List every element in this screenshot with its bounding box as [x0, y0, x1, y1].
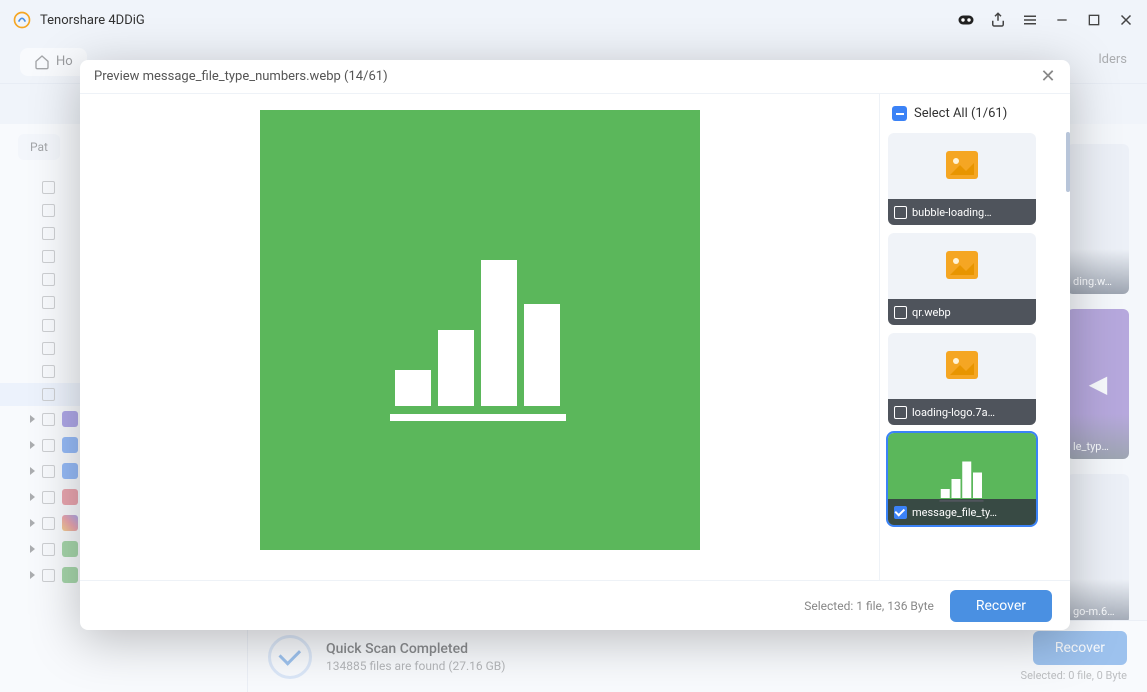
- scrollbar[interactable]: [1066, 132, 1070, 192]
- thumb-checkbox[interactable]: [894, 506, 907, 519]
- tree-checkbox[interactable]: [42, 465, 55, 478]
- vr-icon[interactable]: [957, 11, 975, 29]
- thumb-name: message_file_ty…: [912, 506, 997, 519]
- caret-icon[interactable]: [30, 571, 35, 579]
- tree-checkbox[interactable]: [42, 439, 55, 452]
- preview-pane: [80, 94, 880, 580]
- thumb-overlay: message_file_ty…: [888, 499, 1036, 525]
- maximize-icon[interactable]: [1085, 11, 1103, 29]
- bar-chart-icon: [380, 230, 580, 430]
- folders-label: lders: [1098, 52, 1127, 67]
- grid-thumb[interactable]: ding.w…: [1067, 144, 1129, 294]
- caret-icon[interactable]: [30, 545, 35, 553]
- image-placeholder-icon: [946, 251, 978, 279]
- app-logo-icon: [12, 10, 32, 30]
- tree-checkbox[interactable]: [42, 569, 55, 582]
- titlebar-right: [957, 11, 1135, 29]
- thumbnail-item[interactable]: message_file_ty…: [888, 433, 1036, 525]
- tree-checkbox[interactable]: [42, 413, 55, 426]
- folder-icon: [62, 411, 78, 427]
- grid-thumb[interactable]: go-m.6…: [1067, 474, 1129, 624]
- caret-icon[interactable]: [30, 467, 35, 475]
- home-button[interactable]: Ho: [20, 48, 87, 76]
- caret-icon[interactable]: [30, 519, 35, 527]
- modal-header: Preview message_file_type_numbers.webp (…: [80, 60, 1070, 94]
- thumb-label: go-m.6…: [1073, 605, 1123, 618]
- tree-checkbox[interactable]: [42, 204, 55, 217]
- thumbnail-sidebar: Select All (1/61) bubble-loading… qr.web…: [880, 94, 1070, 580]
- modal-body: Select All (1/61) bubble-loading… qr.web…: [80, 94, 1070, 580]
- thumb-label: ding.w…: [1073, 275, 1123, 288]
- folder-icon: [62, 567, 78, 583]
- footer-right: Recover Selected: 0 file, 0 Byte: [1021, 631, 1127, 682]
- tree-checkbox[interactable]: [42, 517, 55, 530]
- tree-checkbox[interactable]: [42, 296, 55, 309]
- thumb-label: le_typ…: [1073, 440, 1123, 453]
- thumbnail-item[interactable]: qr.webp: [888, 233, 1036, 325]
- titlebar: Tenorshare 4DDiG: [0, 0, 1147, 40]
- home-label: Ho: [56, 54, 73, 69]
- tree-checkbox[interactable]: [42, 365, 55, 378]
- path-chip[interactable]: Pat: [18, 134, 60, 160]
- folder-icon: [62, 489, 78, 505]
- thumb-name: qr.webp: [912, 306, 951, 319]
- tree-checkbox[interactable]: [42, 250, 55, 263]
- scan-text: Quick Scan Completed 134885 files are fo…: [326, 641, 505, 673]
- image-placeholder-icon: [946, 351, 978, 379]
- scan-subtitle: 134885 files are found (27.16 GB): [326, 659, 505, 673]
- scan-complete-icon: [268, 635, 312, 679]
- caret-icon[interactable]: [30, 441, 35, 449]
- preview-image: [260, 110, 700, 550]
- select-all-row[interactable]: Select All (1/61): [888, 104, 1062, 123]
- tree-checkbox[interactable]: [42, 227, 55, 240]
- thumb-name: loading-logo.7a…: [912, 406, 995, 419]
- tree-checkbox[interactable]: [42, 319, 55, 332]
- thumb-checkbox[interactable]: [894, 306, 907, 319]
- thumb-overlay: qr.webp: [888, 299, 1036, 325]
- tree-checkbox[interactable]: [42, 273, 55, 286]
- recover-button[interactable]: Recover: [950, 590, 1052, 622]
- app-title: Tenorshare 4DDiG: [40, 13, 145, 28]
- image-placeholder-icon: [946, 151, 978, 179]
- thumb-overlay: bubble-loading…: [888, 199, 1036, 225]
- thumb-checkbox[interactable]: [894, 206, 907, 219]
- thumb-checkbox[interactable]: [894, 406, 907, 419]
- caret-icon[interactable]: [30, 493, 35, 501]
- menu-icon[interactable]: [1021, 11, 1039, 29]
- titlebar-left: Tenorshare 4DDiG: [12, 10, 145, 30]
- select-all-checkbox[interactable]: [892, 106, 907, 121]
- minimize-icon[interactable]: [1053, 11, 1071, 29]
- bar-chart-icon: [927, 454, 997, 504]
- thumbnail-item[interactable]: bubble-loading…: [888, 133, 1036, 225]
- thumbnail-item[interactable]: loading-logo.7a…: [888, 333, 1036, 425]
- selected-text: Selected: 0 file, 0 Byte: [1021, 669, 1127, 682]
- folder-icon: [62, 541, 78, 557]
- caret-icon[interactable]: [30, 415, 35, 423]
- recover-button[interactable]: Recover: [1033, 631, 1127, 665]
- modal-title: Preview message_file_type_numbers.webp (…: [94, 69, 388, 84]
- thumb-overlay: loading-logo.7a…: [888, 399, 1036, 425]
- window-close-icon[interactable]: [1117, 11, 1135, 29]
- share-icon[interactable]: [989, 11, 1007, 29]
- tree-checkbox[interactable]: [42, 491, 55, 504]
- tree-checkbox[interactable]: [42, 342, 55, 355]
- folder-icon: [62, 463, 78, 479]
- select-all-label: Select All (1/61): [914, 106, 1007, 121]
- grid-thumb[interactable]: ◀ le_typ…: [1067, 309, 1129, 459]
- play-icon: ◀: [1089, 370, 1107, 398]
- folder-icon: [62, 437, 78, 453]
- modal-footer: Selected: 1 file, 136 Byte Recover: [80, 580, 1070, 630]
- preview-modal: Preview message_file_type_numbers.webp (…: [80, 60, 1070, 630]
- tree-checkbox[interactable]: [42, 181, 55, 194]
- tree-checkbox[interactable]: [42, 388, 55, 401]
- footer: Quick Scan Completed 134885 files are fo…: [248, 620, 1147, 692]
- scan-title: Quick Scan Completed: [326, 641, 505, 657]
- close-icon[interactable]: ✕: [1040, 69, 1056, 85]
- folder-icon: [62, 515, 78, 531]
- tree-checkbox[interactable]: [42, 543, 55, 556]
- thumb-name: bubble-loading…: [912, 206, 992, 219]
- modal-selected-text: Selected: 1 file, 136 Byte: [804, 599, 934, 613]
